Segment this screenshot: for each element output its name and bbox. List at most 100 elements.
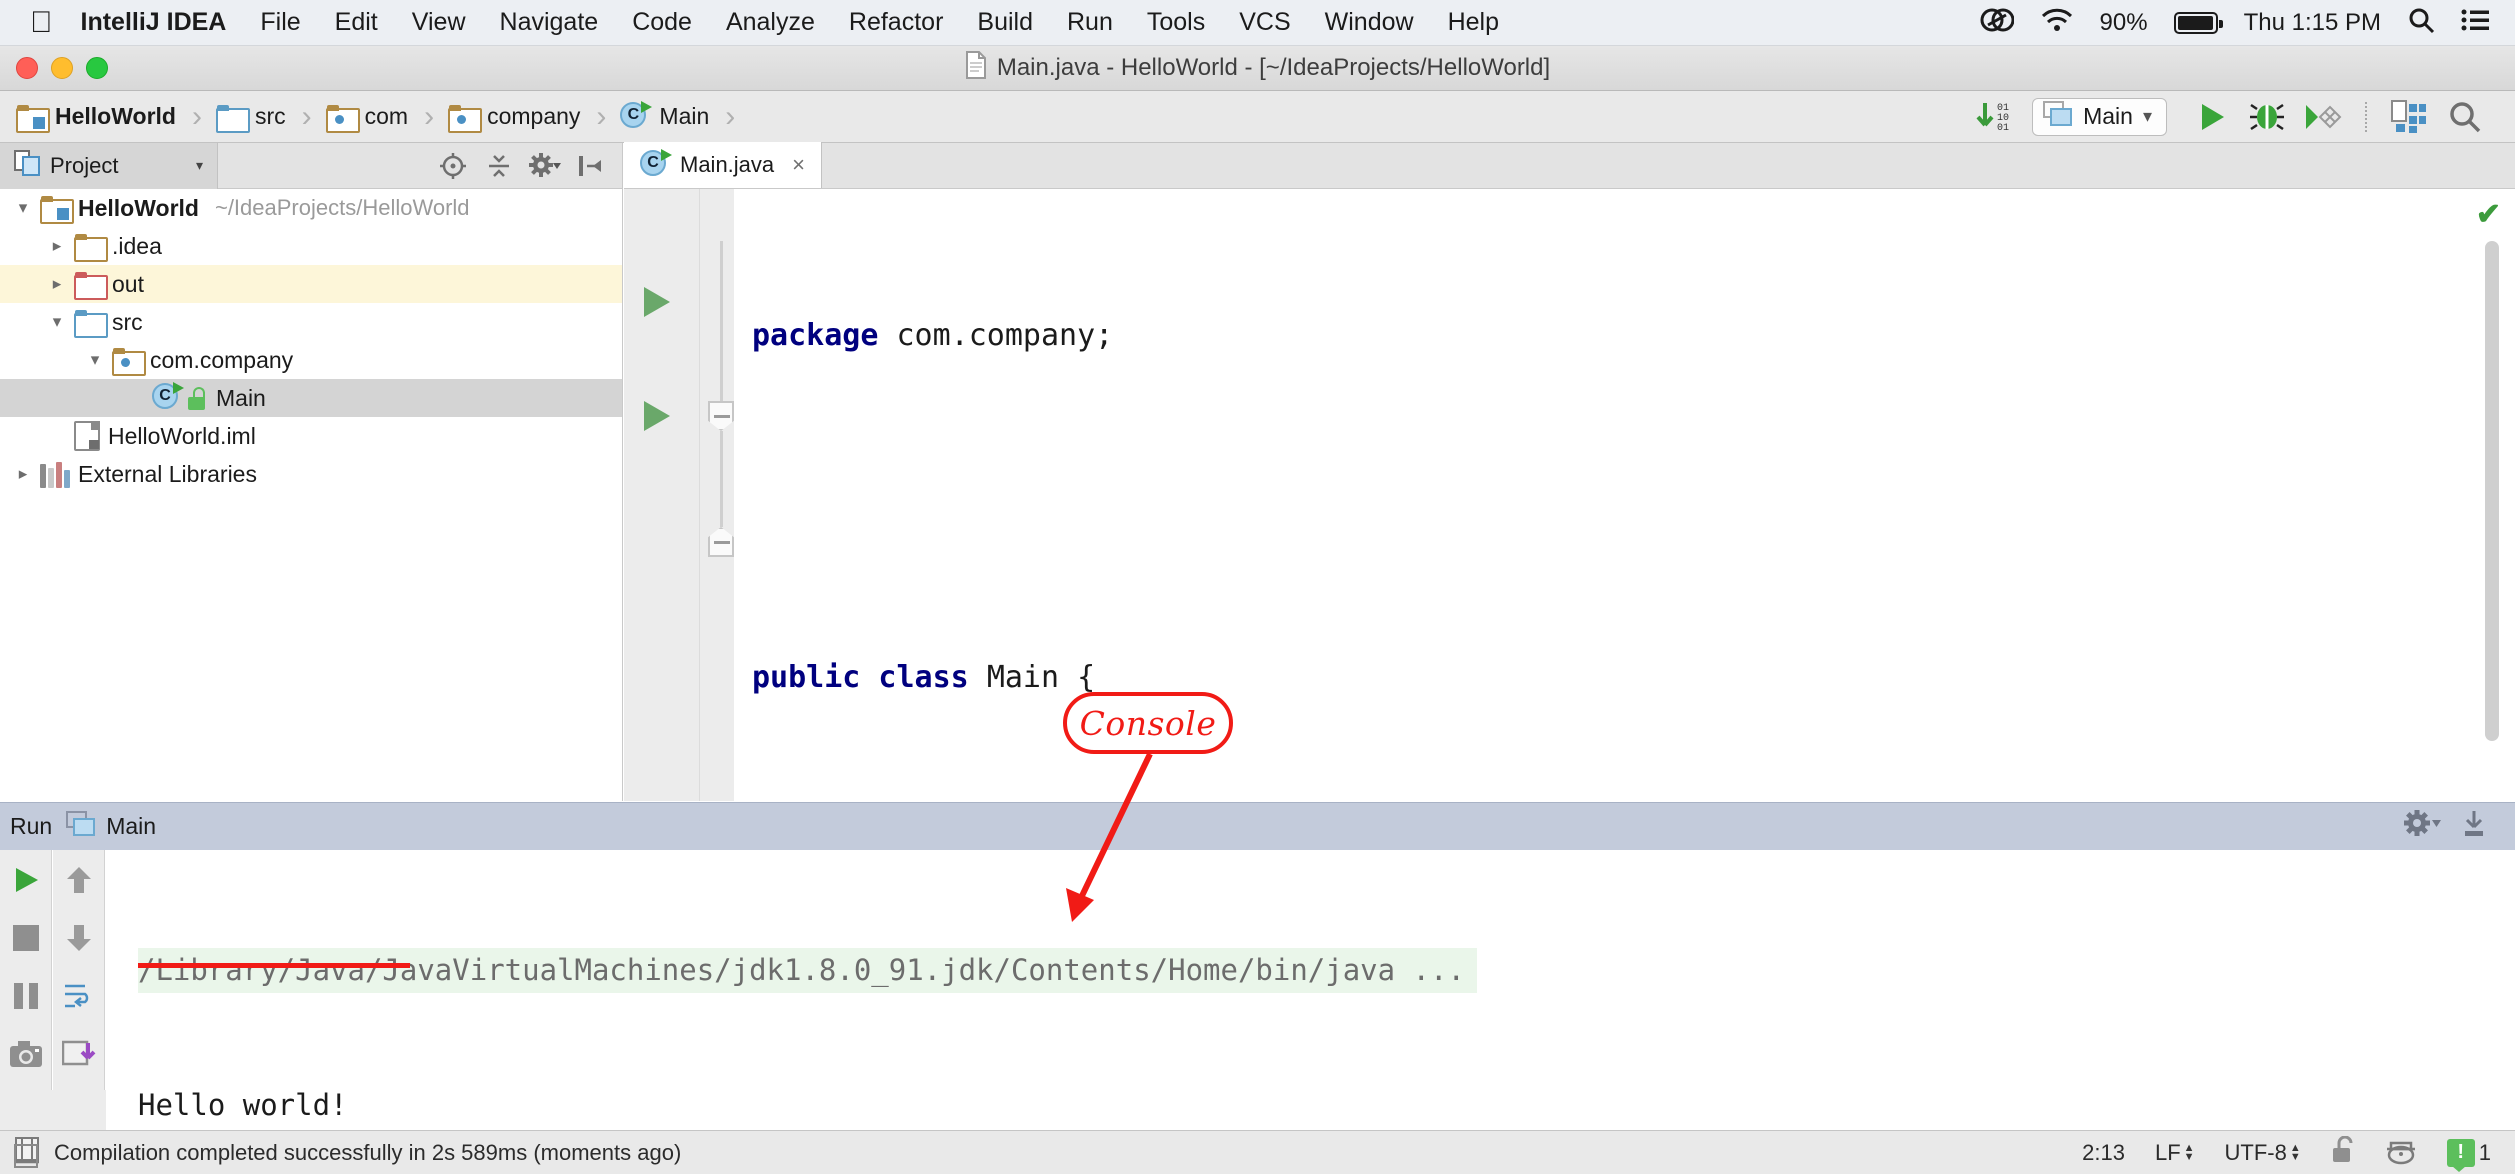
project-structure-button[interactable] [2381, 95, 2437, 139]
menu-bar-status-icons: 90% Thu 1:15 PM [1980, 6, 2515, 39]
hide-panel-icon[interactable] [570, 145, 612, 187]
menu-app-name[interactable]: IntelliJ IDEA [81, 8, 227, 37]
window-title-bar: Main.java - HelloWorld - [~/IdeaProjects… [0, 46, 2515, 91]
tree-node-idea[interactable]: ▸ .idea [0, 227, 622, 265]
menu-bar-clock[interactable]: Thu 1:15 PM [2244, 9, 2381, 37]
soft-wrap-button[interactable] [61, 978, 97, 1014]
annotation-console-label: Console [1063, 692, 1233, 754]
editor-fold-bar[interactable] [700, 189, 734, 801]
scroll-down-button[interactable] [61, 920, 97, 956]
notification-center-icon[interactable] [2461, 8, 2489, 37]
pause-button[interactable] [8, 978, 44, 1014]
run-configuration-selector[interactable]: Main ▾ [2032, 98, 2167, 136]
tree-node-src[interactable]: ▾ src [0, 303, 622, 341]
creative-cloud-icon[interactable] [1980, 6, 2014, 39]
menu-code[interactable]: Code [632, 8, 692, 37]
menu-window[interactable]: Window [1325, 8, 1414, 37]
settings-gear-icon[interactable] [2403, 809, 2441, 844]
expand-arrow-icon[interactable]: ▸ [6, 464, 40, 484]
tree-node-label: HelloWorld [78, 195, 199, 222]
breadcrumb-item-com[interactable]: com [314, 91, 422, 143]
close-icon[interactable]: × [792, 152, 805, 178]
chevron-down-icon[interactable]: ▾ [2143, 106, 2152, 127]
encoding-selector[interactable]: UTF-8 ▲▼ [2225, 1140, 2301, 1166]
stop-button[interactable] [8, 920, 44, 956]
expand-arrow-icon[interactable]: ▾ [6, 198, 40, 218]
tab-project[interactable]: Project ▾ [0, 143, 218, 189]
folder-icon [74, 272, 104, 296]
run-panel-config-name[interactable]: Main [106, 813, 156, 840]
editor-scrollbar[interactable] [2485, 241, 2499, 741]
intellij-idea-window:  IntelliJ IDEA File Edit View Navigate … [0, 0, 2515, 1174]
status-badge[interactable]: ! 1 [2447, 1139, 2491, 1167]
show-tool-windows-toggle[interactable] [14, 1144, 38, 1168]
expand-arrow-icon[interactable]: ▸ [40, 274, 74, 294]
editor-gutter[interactable] [624, 189, 700, 801]
expand-arrow-icon[interactable]: ▸ [40, 236, 74, 256]
fold-collapse-icon[interactable] [708, 401, 734, 431]
menu-navigate[interactable]: Navigate [500, 8, 599, 37]
java-file-icon [965, 51, 987, 86]
breadcrumb-item-company[interactable]: company [436, 91, 594, 143]
tree-node-out[interactable]: ▸ out [0, 265, 622, 303]
menu-analyze[interactable]: Analyze [726, 8, 815, 37]
code-content[interactable]: package com.company; public class Main {… [734, 189, 2515, 801]
tree-node-external-libraries[interactable]: ▸ External Libraries [0, 455, 622, 493]
inspection-level-icon[interactable] [2385, 1135, 2417, 1171]
expand-arrow-icon[interactable]: ▾ [78, 350, 112, 370]
battery-icon[interactable] [2174, 12, 2218, 34]
menu-run[interactable]: Run [1067, 8, 1113, 37]
breadcrumb-item-main[interactable]: C Main [608, 91, 723, 143]
menu-build[interactable]: Build [977, 8, 1033, 37]
tree-node-com-company[interactable]: ▾ com.company [0, 341, 622, 379]
console-output[interactable]: /Library/Java/JavaVirtualMachines/jdk1.8… [106, 850, 2515, 1130]
wifi-icon[interactable] [2040, 7, 2074, 38]
line-separator-selector[interactable]: LF ▲▼ [2155, 1140, 2195, 1166]
tree-node-label: External Libraries [78, 461, 257, 488]
update-project-icon[interactable]: 01 10 01 [1968, 95, 2024, 139]
menu-tools[interactable]: Tools [1147, 8, 1205, 37]
run-class-gutter-icon[interactable] [644, 287, 670, 317]
breadcrumb-separator: › [190, 100, 204, 134]
run-button[interactable] [2183, 95, 2239, 139]
fold-collapse-icon[interactable] [708, 527, 734, 557]
hide-panel-icon[interactable] [2459, 809, 2489, 844]
breadcrumb-item-src[interactable]: src [204, 91, 300, 143]
tree-node-label: Main [216, 385, 266, 412]
collapse-all-icon[interactable] [478, 145, 520, 187]
apple-logo-icon[interactable]:  [30, 8, 53, 38]
locate-icon[interactable] [432, 145, 474, 187]
tree-node-main[interactable]: C Main [0, 379, 622, 417]
toolbar-divider [2365, 102, 2367, 132]
status-bar-message[interactable]: Compilation completed successfully in 2s… [54, 1140, 681, 1166]
rerun-button[interactable] [8, 862, 44, 898]
project-tree[interactable]: ▾ HelloWorld ~/IdeaProjects/HelloWorld ▸… [0, 189, 623, 801]
run-method-gutter-icon[interactable] [644, 401, 670, 431]
settings-gear-icon[interactable] [524, 145, 566, 187]
menu-file[interactable]: File [260, 8, 300, 37]
menu-help[interactable]: Help [1448, 8, 1499, 37]
warning-count: 1 [2479, 1140, 2491, 1166]
caret-position[interactable]: 2:13 [2082, 1140, 2125, 1166]
tree-node-helloworld-iml[interactable]: HelloWorld.iml [0, 417, 622, 455]
chevron-down-icon[interactable]: ▾ [196, 157, 203, 174]
expand-arrow-icon[interactable]: ▾ [40, 312, 74, 332]
screenshot-button[interactable] [8, 1036, 44, 1072]
menu-refactor[interactable]: Refactor [849, 8, 943, 37]
spotlight-search-icon[interactable] [2407, 6, 2435, 39]
tree-node-helloworld[interactable]: ▾ HelloWorld ~/IdeaProjects/HelloWorld [0, 189, 622, 227]
code-line [734, 478, 2515, 535]
menu-view[interactable]: View [412, 8, 466, 37]
run-with-coverage-button[interactable] [2295, 95, 2351, 139]
menu-vcs[interactable]: VCS [1239, 8, 1290, 37]
save-output-button[interactable] [61, 1036, 97, 1072]
menu-edit[interactable]: Edit [335, 8, 378, 37]
debug-button[interactable] [2239, 95, 2295, 139]
code-editor[interactable]: package com.company; public class Main {… [624, 189, 2515, 801]
lock-icon[interactable] [2331, 1136, 2355, 1170]
breadcrumb-item-helloworld[interactable]: HelloWorld [0, 91, 190, 143]
tab-main-java[interactable]: C Main.java × [624, 142, 822, 188]
scroll-up-button[interactable] [61, 862, 97, 898]
inspection-status-icon[interactable]: ✔ [2476, 197, 2501, 232]
search-everywhere-button[interactable] [2437, 95, 2493, 139]
